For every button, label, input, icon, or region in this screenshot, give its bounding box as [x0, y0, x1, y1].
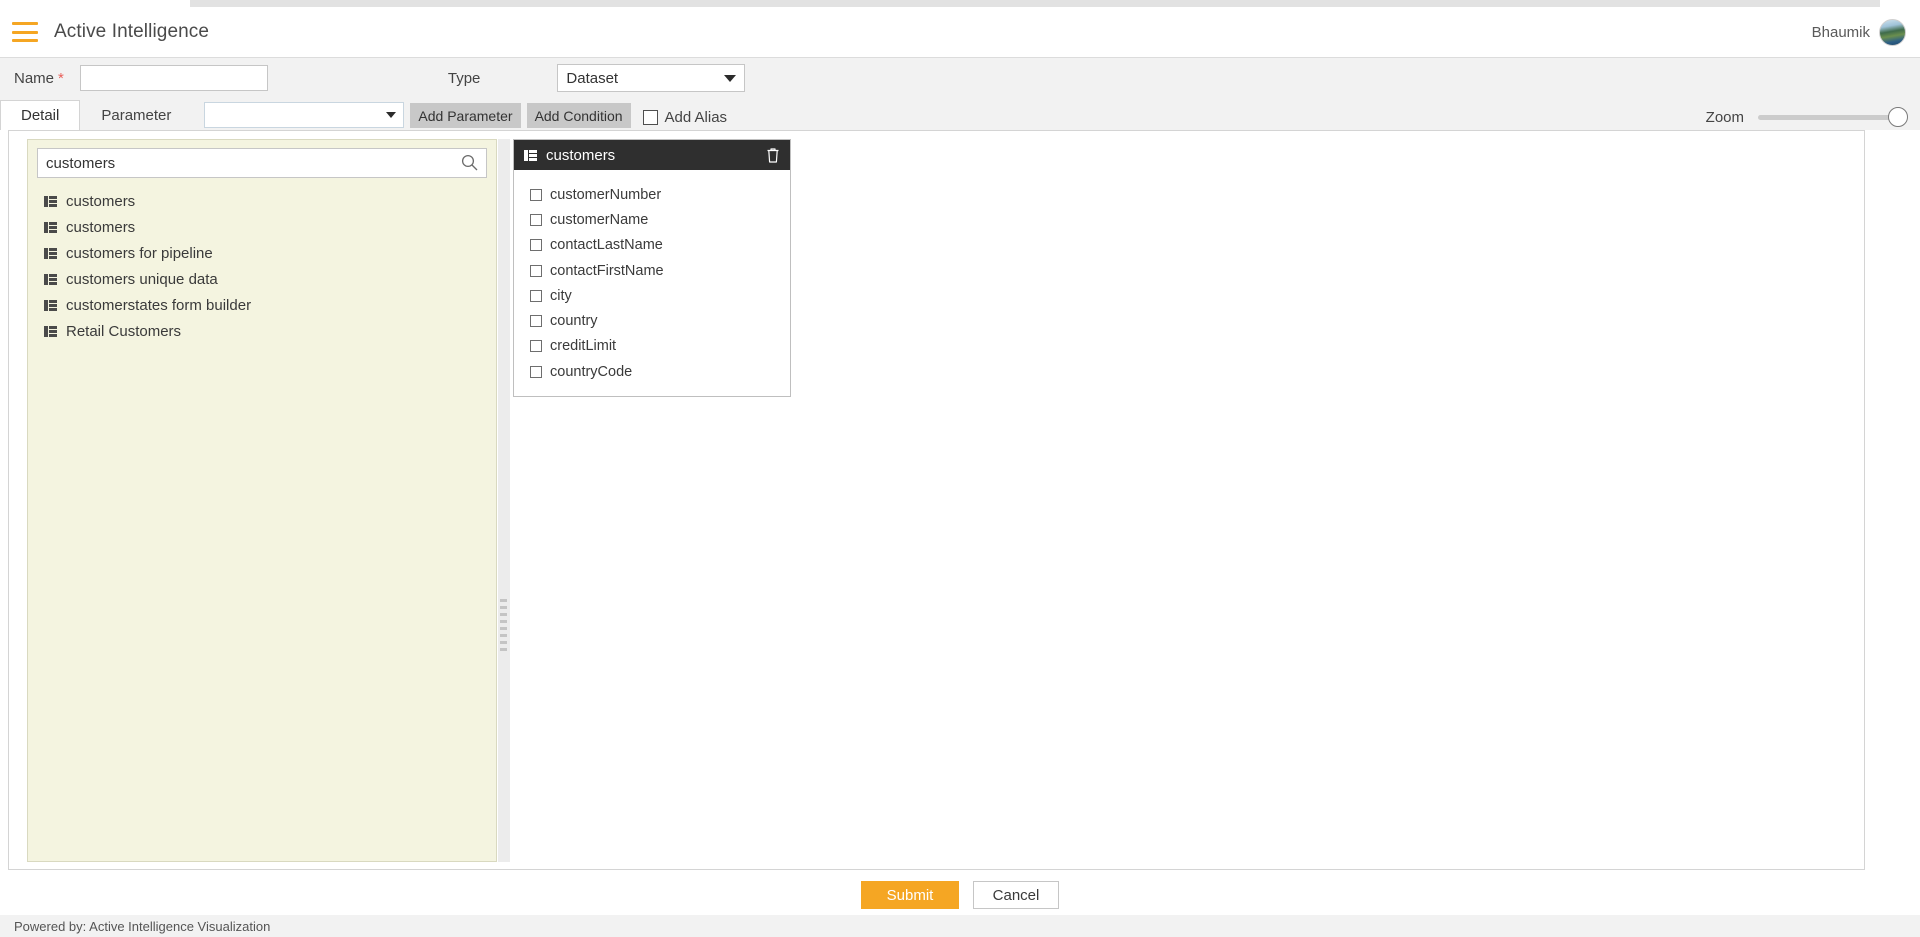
- parameter-select[interactable]: [204, 102, 405, 128]
- list-item[interactable]: customerstates form builder: [28, 292, 496, 318]
- search-row: [37, 148, 487, 178]
- tab-parameter[interactable]: Parameter: [80, 100, 192, 130]
- user-area[interactable]: Bhaumik: [1811, 18, 1906, 46]
- list-item-label: Retail Customers: [66, 322, 182, 340]
- list-item[interactable]: customers: [28, 214, 496, 240]
- list-item[interactable]: city: [514, 283, 790, 308]
- table-icon: [44, 299, 57, 311]
- parameter-select-wrapper: [204, 102, 405, 128]
- footer: Powered by: Active Intelligence Visualiz…: [0, 915, 1920, 937]
- list-item[interactable]: customerNumber: [514, 182, 790, 207]
- table-icon: [44, 247, 57, 259]
- background-dialog-edge: [190, 0, 1880, 7]
- table-card-customers[interactable]: customers customerNumber customerName co…: [513, 139, 791, 398]
- add-alias-group[interactable]: Add Alias: [642, 109, 728, 126]
- list-item[interactable]: customers for pipeline: [28, 240, 496, 266]
- list-item-label: customers: [66, 192, 136, 210]
- dataset-result-list: customers customers customers for pipeli…: [28, 188, 496, 344]
- dataset-search-pane: customers customers customers for pipeli…: [27, 139, 497, 862]
- dialog-actions: Submit Cancel: [0, 880, 1920, 910]
- type-label: Type: [447, 69, 481, 87]
- table-card-title: customers: [546, 146, 616, 164]
- table-icon: [44, 325, 57, 337]
- field-checkbox[interactable]: [530, 213, 542, 226]
- search-icon[interactable]: [461, 154, 478, 171]
- list-item[interactable]: customers unique data: [28, 266, 496, 292]
- list-item[interactable]: countryCode: [514, 359, 790, 384]
- content-panel: customers customers customers for pipeli…: [8, 130, 1865, 870]
- add-parameter-button[interactable]: Add Parameter: [410, 103, 521, 128]
- list-item[interactable]: contactLastName: [514, 233, 790, 258]
- list-item-label: customers: [66, 218, 136, 236]
- table-icon: [44, 273, 57, 285]
- name-label: Name: [14, 69, 55, 87]
- field-label: customerName: [550, 211, 649, 228]
- field-label: country: [550, 313, 598, 330]
- field-label: contactLastName: [550, 237, 663, 254]
- list-item-label: customerstates form builder: [66, 296, 252, 314]
- field-label: contactFirstName: [550, 262, 664, 279]
- table-field-list: customerNumber customerName contactLastN…: [514, 170, 790, 396]
- field-label: countryCode: [550, 363, 633, 380]
- app-title: Active Intelligence: [54, 21, 210, 42]
- list-item-label: customers for pipeline: [66, 244, 213, 262]
- field-checkbox[interactable]: [530, 340, 542, 353]
- add-alias-checkbox[interactable]: [642, 110, 658, 125]
- search-input[interactable]: [37, 148, 487, 178]
- name-input[interactable]: [79, 65, 268, 91]
- field-checkbox[interactable]: [530, 239, 542, 252]
- hamburger-bar: [12, 22, 38, 25]
- tab-detail[interactable]: Detail: [0, 100, 81, 130]
- app-header: Active Intelligence Bhaumik: [0, 7, 1920, 58]
- table-card-header[interactable]: customers: [514, 140, 790, 170]
- hamburger-bar: [12, 30, 38, 34]
- avatar[interactable]: [1879, 18, 1906, 46]
- zoom-label: Zoom: [1705, 109, 1744, 126]
- zoom-control[interactable]: Zoom: [1705, 107, 1908, 127]
- type-select[interactable]: Dataset: [557, 64, 746, 92]
- list-item[interactable]: contactFirstName: [514, 258, 790, 283]
- field-checkbox[interactable]: [530, 188, 542, 201]
- zoom-slider-track[interactable]: [1758, 107, 1908, 127]
- list-item[interactable]: customers: [28, 188, 496, 214]
- list-item-label: customers unique data: [66, 270, 218, 288]
- zoom-slider-thumb[interactable]: [1888, 107, 1908, 127]
- field-checkbox[interactable]: [530, 264, 542, 277]
- hamburger-icon[interactable]: [12, 22, 38, 42]
- cancel-button[interactable]: Cancel: [973, 881, 1059, 909]
- user-name: Bhaumik: [1811, 23, 1870, 41]
- list-item[interactable]: country: [514, 308, 790, 333]
- add-condition-button[interactable]: Add Condition: [526, 103, 631, 128]
- field-checkbox[interactable]: [530, 315, 542, 328]
- field-checkbox[interactable]: [530, 365, 542, 378]
- submit-button[interactable]: Submit: [861, 881, 959, 909]
- list-item[interactable]: customerName: [514, 207, 790, 232]
- diagram-canvas[interactable]: customers customerNumber customerName co…: [510, 139, 1862, 862]
- form-row: Name * Type Dataset: [0, 58, 1920, 98]
- table-icon: [524, 149, 537, 161]
- field-checkbox[interactable]: [530, 289, 542, 302]
- splitter-grip-icon: [500, 599, 508, 655]
- hamburger-bar: [12, 39, 38, 42]
- list-item[interactable]: Retail Customers: [28, 318, 496, 344]
- panel-splitter[interactable]: [498, 139, 510, 862]
- field-label: city: [550, 287, 572, 304]
- list-item[interactable]: creditLimit: [514, 334, 790, 359]
- field-label: creditLimit: [550, 338, 617, 355]
- footer-text: Powered by: Active Intelligence Visualiz…: [14, 918, 271, 934]
- table-icon: [44, 221, 57, 233]
- table-icon: [44, 195, 57, 207]
- required-asterisk: *: [58, 69, 64, 87]
- type-select-wrapper: Dataset: [557, 64, 746, 92]
- toolbar: Detail Parameter Add Parameter Add Condi…: [0, 98, 1920, 130]
- add-alias-label: Add Alias: [664, 109, 728, 126]
- field-label: customerNumber: [550, 186, 662, 203]
- trash-icon[interactable]: [765, 146, 781, 164]
